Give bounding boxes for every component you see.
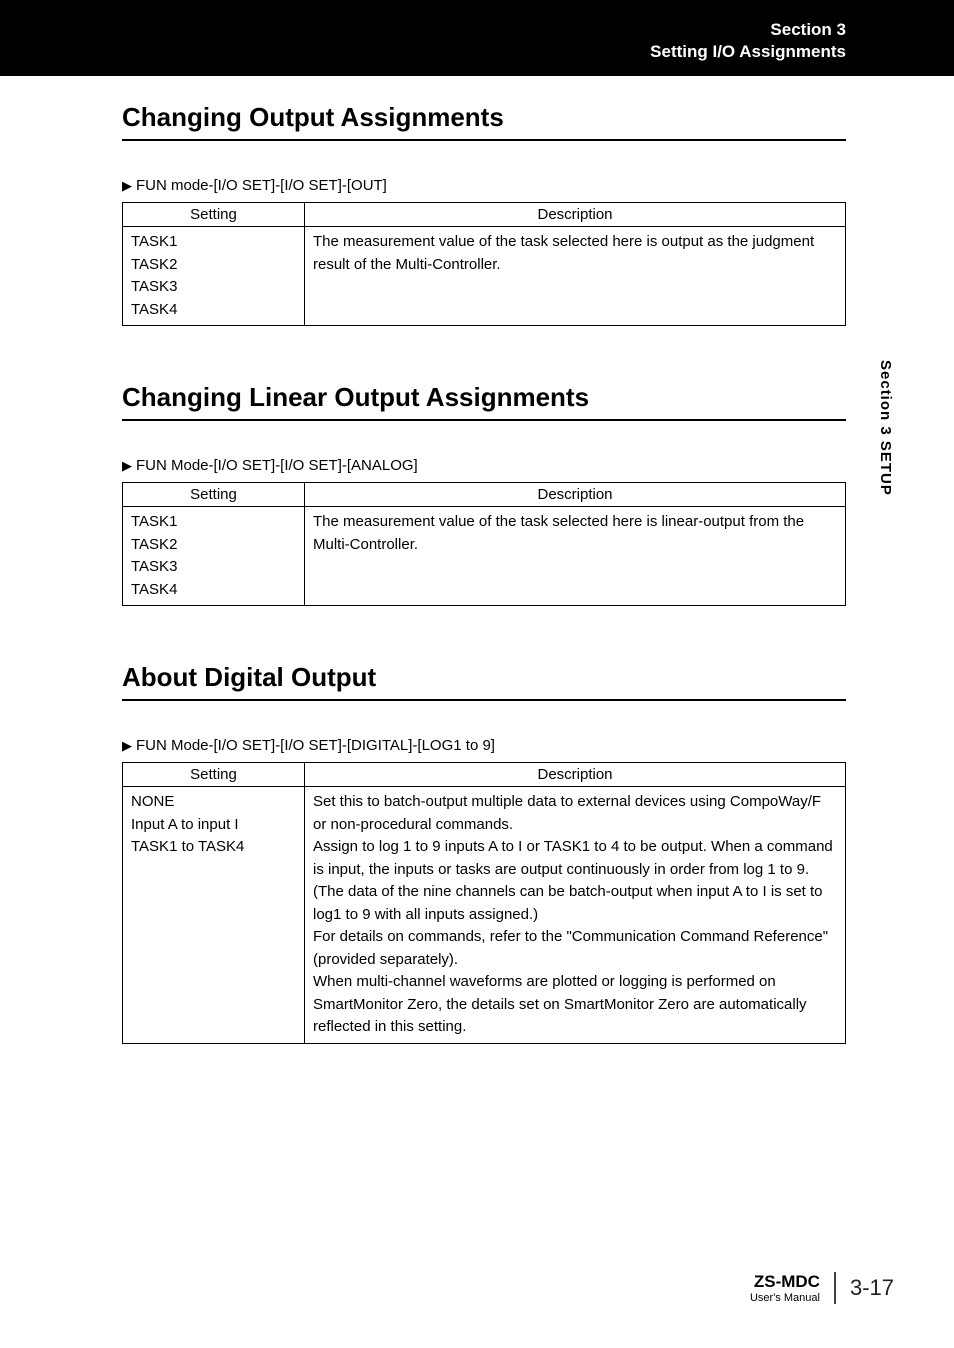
nav-path-digital: ▶ FUN Mode-[I/O SET]-[I/O SET]-[DIGITAL]…: [122, 737, 846, 754]
page-content: Changing Output Assignments ▶ FUN mode-[…: [0, 76, 954, 1044]
th-setting: Setting: [123, 763, 305, 787]
th-description: Description: [305, 483, 846, 507]
nav-text: FUN mode-[I/O SET]-[I/O SET]-[OUT]: [136, 177, 387, 194]
section-title-output: Changing Output Assignments: [122, 102, 846, 141]
table-row: TASK1 TASK2 TASK3 TASK4 The measurement …: [123, 507, 846, 606]
side-tab: Section 3 SETUP: [877, 360, 894, 496]
header-line1: Section 3: [650, 19, 846, 41]
section-title-linear: Changing Linear Output Assignments: [122, 382, 846, 421]
nav-text: FUN Mode-[I/O SET]-[I/O SET]-[ANALOG]: [136, 457, 418, 474]
nav-path-output: ▶ FUN mode-[I/O SET]-[I/O SET]-[OUT]: [122, 177, 846, 194]
nav-text: FUN Mode-[I/O SET]-[I/O SET]-[DIGITAL]-[…: [136, 737, 495, 754]
cell-setting: TASK1 TASK2 TASK3 TASK4: [123, 507, 305, 606]
th-setting: Setting: [123, 203, 305, 227]
table-digital: Setting Description NONE Input A to inpu…: [122, 762, 846, 1044]
section-title-digital: About Digital Output: [122, 662, 846, 701]
th-description: Description: [305, 203, 846, 227]
footer-doc-sub: User's Manual: [750, 1292, 820, 1304]
cell-setting: NONE Input A to input I TASK1 to TASK4: [123, 787, 305, 1044]
cell-description: The measurement value of the task select…: [305, 227, 846, 326]
triangle-icon: ▶: [122, 738, 132, 754]
th-setting: Setting: [123, 483, 305, 507]
triangle-icon: ▶: [122, 458, 132, 474]
cell-description: Set this to batch-output multiple data t…: [305, 787, 846, 1044]
footer-page-number: 3-17: [836, 1275, 894, 1301]
triangle-icon: ▶: [122, 178, 132, 194]
page-header: Section 3 Setting I/O Assignments: [0, 0, 954, 76]
table-row: NONE Input A to input I TASK1 to TASK4 S…: [123, 787, 846, 1044]
page-footer: ZS-MDC User's Manual 3-17: [750, 1272, 894, 1304]
table-output: Setting Description TASK1 TASK2 TASK3 TA…: [122, 202, 846, 326]
footer-doc-name: ZS-MDC: [750, 1272, 820, 1292]
header-line2: Setting I/O Assignments: [650, 41, 846, 63]
nav-path-linear: ▶ FUN Mode-[I/O SET]-[I/O SET]-[ANALOG]: [122, 457, 846, 474]
table-row: TASK1 TASK2 TASK3 TASK4 The measurement …: [123, 227, 846, 326]
cell-setting: TASK1 TASK2 TASK3 TASK4: [123, 227, 305, 326]
cell-description: The measurement value of the task select…: [305, 507, 846, 606]
th-description: Description: [305, 763, 846, 787]
table-linear: Setting Description TASK1 TASK2 TASK3 TA…: [122, 482, 846, 606]
